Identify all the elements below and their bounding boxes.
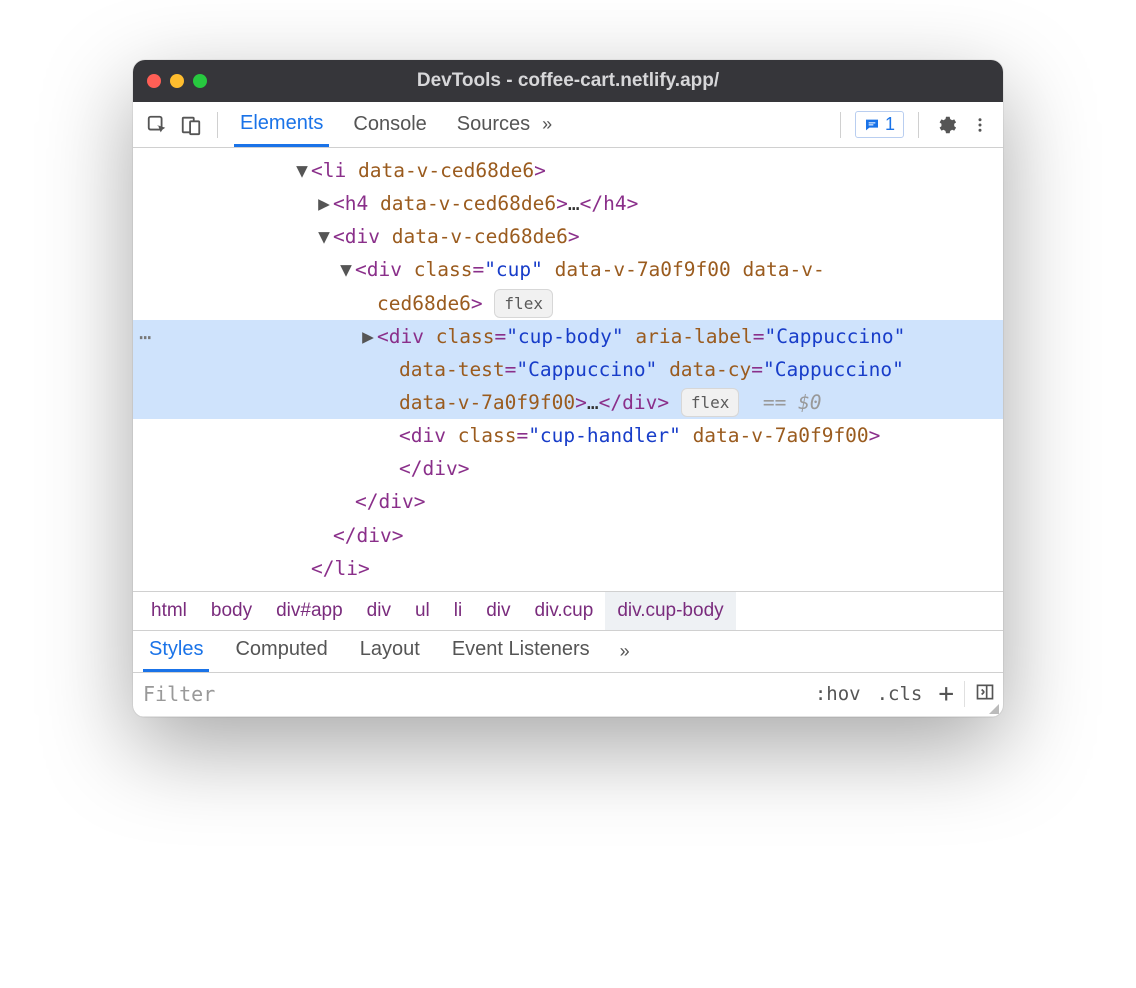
settings-gear-icon[interactable] (933, 112, 959, 138)
inspect-element-icon[interactable] (143, 111, 171, 139)
flex-badge[interactable]: flex (681, 388, 740, 417)
styles-filter-row: :hov .cls + (133, 673, 1003, 717)
styles-filter-input[interactable] (133, 682, 807, 706)
tab-event-listeners[interactable]: Event Listeners (446, 631, 596, 672)
toolbar-separator (217, 112, 218, 138)
expand-toggle-open-icon[interactable]: ▼ (293, 154, 311, 187)
dom-node-line[interactable]: ced68de6> flex (133, 287, 1003, 320)
breadcrumb-item[interactable]: div (355, 592, 403, 630)
expand-toggle-closed-icon[interactable]: ▶ (359, 320, 377, 353)
toolbar-separator (918, 112, 919, 138)
breadcrumb-item[interactable]: body (199, 592, 264, 630)
issues-count: 1 (885, 114, 895, 135)
dom-node-line[interactable]: ▼<div data-v-ced68de6> (133, 220, 1003, 253)
tab-layout[interactable]: Layout (354, 631, 426, 672)
breadcrumb-item[interactable]: div#app (264, 592, 355, 630)
message-icon (864, 117, 880, 133)
dom-tree[interactable]: ▼<li data-v-ced68de6>▶<h4 data-v-ced68de… (133, 148, 1003, 591)
dom-node-line[interactable]: ⋯▶<div class="cup-body" aria-label="Capp… (133, 320, 1003, 353)
breadcrumb-item[interactable]: div.cup (523, 592, 606, 630)
toolbar-separator (840, 112, 841, 138)
breadcrumb-item[interactable]: div.cup-body (605, 592, 735, 630)
expand-toggle-open-icon[interactable]: ▼ (315, 220, 333, 253)
dom-node-line[interactable]: ▼<div class="cup" data-v-7a0f9f00 data-v… (133, 253, 1003, 286)
cls-toggle[interactable]: .cls (869, 683, 931, 705)
tab-computed[interactable]: Computed (229, 631, 333, 672)
dom-node-line[interactable]: ▶<h4 data-v-ced68de6>…</h4> (133, 187, 1003, 220)
devtools-window: DevTools - coffee-cart.netlify.app/ Elem… (133, 60, 1003, 717)
separator (964, 681, 965, 707)
dom-node-line[interactable]: ▼<li data-v-ced68de6> (133, 154, 1003, 187)
flex-badge[interactable]: flex (494, 289, 553, 318)
close-window-button[interactable] (147, 74, 161, 88)
breadcrumb-item[interactable]: li (442, 592, 474, 630)
expand-toggle-closed-icon[interactable]: ▶ (315, 187, 333, 220)
more-tabs-chevron-icon[interactable]: » (542, 114, 552, 135)
window-title: DevTools - coffee-cart.netlify.app/ (133, 70, 1003, 92)
breadcrumb-trail: htmlbodydiv#appdivullidivdiv.cupdiv.cup-… (133, 591, 1003, 631)
dom-node-line[interactable]: </div> (133, 519, 1003, 552)
main-toolbar: Elements Console Sources » 1 (133, 102, 1003, 148)
resize-corner-icon[interactable] (989, 704, 999, 714)
minimize-window-button[interactable] (170, 74, 184, 88)
breadcrumb-item[interactable]: div (474, 592, 522, 630)
selected-node-eq0: == $0 (763, 391, 822, 414)
dom-node-line[interactable]: </li> (133, 552, 1003, 585)
device-toolbar-icon[interactable] (177, 111, 205, 139)
tab-styles[interactable]: Styles (143, 631, 209, 672)
traffic-lights (147, 74, 207, 88)
tab-console[interactable]: Console (347, 102, 432, 147)
expand-toggle-open-icon[interactable]: ▼ (337, 253, 355, 286)
kebab-menu-icon[interactable] (967, 112, 993, 138)
dom-node-line[interactable]: </div> (133, 452, 1003, 485)
dom-node-line[interactable]: </div> (133, 485, 1003, 518)
issues-badge[interactable]: 1 (855, 111, 904, 138)
panel-tabs: Elements Console Sources (234, 102, 536, 147)
breadcrumb-item[interactable]: ul (403, 592, 442, 630)
more-styles-tabs-icon[interactable]: » (620, 641, 630, 662)
dom-node-line[interactable]: <div class="cup-handler" data-v-7a0f9f00… (133, 419, 1003, 452)
zoom-window-button[interactable] (193, 74, 207, 88)
dom-node-line[interactable]: data-v-7a0f9f00>…</div> flex == $0 (133, 386, 1003, 419)
new-style-rule-icon[interactable]: + (930, 679, 962, 709)
dom-node-line[interactable]: data-test="Cappuccino" data-cy="Cappucci… (133, 353, 1003, 386)
gutter-dots-icon[interactable]: ⋯ (139, 320, 151, 354)
tab-elements[interactable]: Elements (234, 102, 329, 147)
hov-toggle[interactable]: :hov (807, 683, 869, 705)
breadcrumb-item[interactable]: html (139, 592, 199, 630)
toolbar-right: 1 (834, 111, 993, 138)
styles-tabs: Styles Computed Layout Event Listeners » (133, 631, 1003, 673)
tab-sources[interactable]: Sources (451, 102, 536, 147)
titlebar: DevTools - coffee-cart.netlify.app/ (133, 60, 1003, 102)
